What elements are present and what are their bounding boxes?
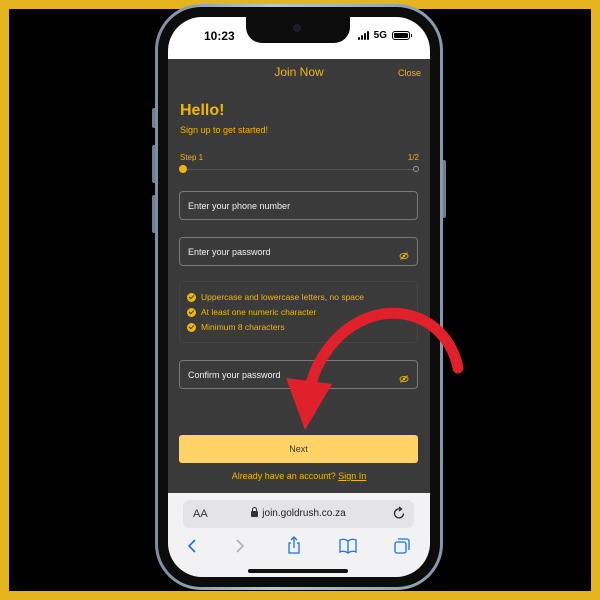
annotation-arrow <box>286 307 464 430</box>
